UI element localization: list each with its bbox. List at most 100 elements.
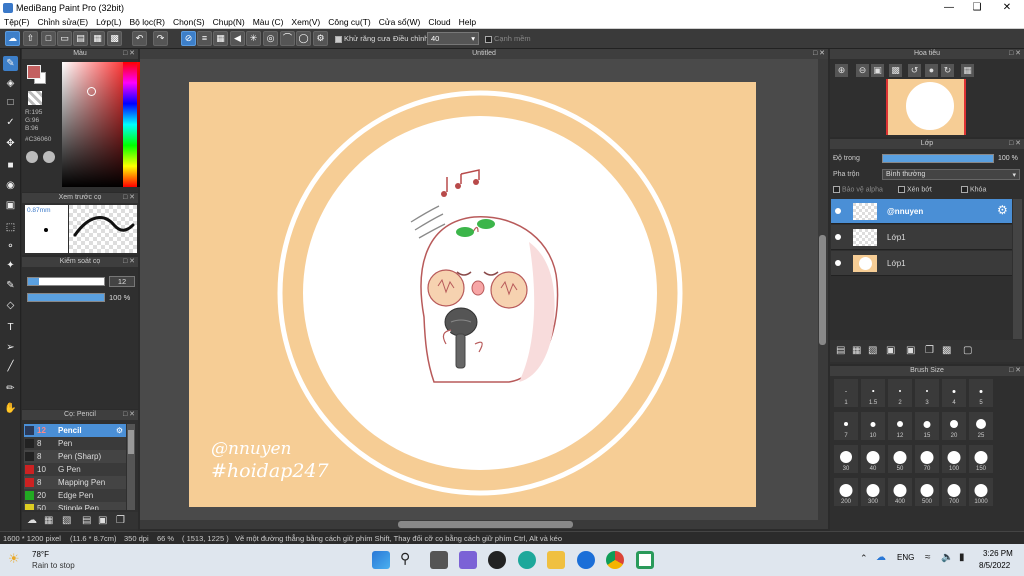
snap-vanish-icon[interactable]: ◀ <box>230 31 245 46</box>
layer-row-nnuyen[interactable]: @nnuyen ⚙ <box>831 199 1012 224</box>
panel-menu-icon[interactable]: □ ✕ <box>1009 366 1021 376</box>
brush-size-cell[interactable]: 10 <box>861 412 885 440</box>
eyedropper-icon[interactable]: ✏ <box>3 381 18 396</box>
zoom-out-icon[interactable]: ⊖ <box>856 64 869 77</box>
brush-item-stipple-pen[interactable]: 50 Stipple Pen <box>24 502 126 510</box>
brush-size-cell[interactable]: 40 <box>861 445 885 473</box>
menu-edit[interactable]: Chỉnh sửa(E) <box>34 16 93 29</box>
operation-tool-icon[interactable]: ➢ <box>3 340 18 355</box>
brush-item-pen-sharp[interactable]: 8 Pen (Sharp) <box>24 450 126 463</box>
lock-checkbox[interactable]: Khóa <box>961 186 986 193</box>
brush-size-cell[interactable]: 30 <box>834 445 858 473</box>
snap-ellipse-icon[interactable]: ◯ <box>296 31 311 46</box>
brush-tool-icon[interactable]: ✎ <box>3 56 18 71</box>
select-eraser-icon[interactable]: ◇ <box>3 298 18 313</box>
new-halftone-layer-icon[interactable]: ▦ <box>852 345 861 356</box>
duplicate-layer-icon[interactable]: ❐ <box>925 345 934 356</box>
brush-add-icon[interactable]: ▦ <box>44 515 53 526</box>
minimize-button[interactable]: — <box>934 1 964 15</box>
fit-icon[interactable]: ▣ <box>871 64 884 77</box>
snap-off-icon[interactable]: ⊘ <box>181 31 196 46</box>
weather-icon[interactable]: ☀ <box>8 551 20 567</box>
brush-item-mapping-pen[interactable]: 8 Mapping Pen <box>24 476 126 489</box>
brush-size-cell[interactable]: 50 <box>888 445 912 473</box>
panel-menu-icon[interactable]: □ ✕ <box>1009 139 1021 149</box>
dell-icon[interactable] <box>488 551 506 569</box>
menu-tools[interactable]: Công cụ(T) <box>324 16 375 29</box>
rotate-right-icon[interactable]: ↻ <box>941 64 954 77</box>
bucket-tool-icon[interactable]: ◉ <box>3 178 18 193</box>
palette-icon[interactable] <box>26 151 38 163</box>
brush-item-edge-pen[interactable]: 20 Edge Pen <box>24 489 126 502</box>
menu-cloud[interactable]: Cloud <box>424 16 454 29</box>
windows-start-icon[interactable] <box>372 551 390 569</box>
brush-size-cell[interactable]: 20 <box>942 412 966 440</box>
select-pen-icon[interactable]: ✎ <box>3 278 18 293</box>
eye-icon[interactable] <box>835 208 841 214</box>
text-tool-icon[interactable]: T <box>3 320 18 335</box>
clipping-checkbox[interactable]: Xén bớt <box>898 186 932 193</box>
new-layer-icon[interactable]: ▤ <box>836 345 845 356</box>
new-layer-menu-icon[interactable]: ▧ <box>868 345 877 356</box>
menu-color[interactable]: Màu (C) <box>249 16 288 29</box>
magic-wand-icon[interactable]: ✦ <box>3 258 18 273</box>
panel-menu-icon[interactable]: □ ✕ <box>1009 49 1021 59</box>
select-tool-icon[interactable]: ⬚ <box>3 220 18 235</box>
brush-item-pen[interactable]: 8 Pen <box>24 437 126 450</box>
brush-size-cell[interactable]: 15 <box>915 412 939 440</box>
fill-rect-tool-icon[interactable]: ■ <box>3 158 18 173</box>
menu-file[interactable]: Tệp(F) <box>0 16 34 29</box>
merge-layer-icon[interactable]: ▩ <box>942 345 951 356</box>
task-view-icon[interactable] <box>430 551 448 569</box>
move-tool-icon[interactable]: ✥ <box>3 136 18 151</box>
artboard[interactable]: @nnuyen #hoidap247 <box>189 82 756 507</box>
snap-settings-icon[interactable]: ⚙ <box>313 31 328 46</box>
menu-help[interactable]: Help <box>455 16 480 29</box>
brush-size-cell[interactable]: 12 <box>888 412 912 440</box>
hand-tool-icon[interactable]: ✋ <box>3 401 18 416</box>
rotate-left-icon[interactable]: ↺ <box>908 64 921 77</box>
snap-circle-icon[interactable]: ◎ <box>263 31 278 46</box>
brush-size-slider[interactable] <box>27 277 105 286</box>
maximize-button[interactable]: ❑ <box>962 1 992 15</box>
share-icon[interactable]: ⇧ <box>23 31 38 46</box>
zalo-icon[interactable] <box>577 551 595 569</box>
brush-opacity-slider[interactable] <box>27 293 105 302</box>
brush-size-cell[interactable]: 200 <box>834 478 858 506</box>
palette-settings-icon[interactable] <box>43 151 55 163</box>
brush-size-cell[interactable]: 1 <box>834 379 858 407</box>
brush-size-cell[interactable]: 2 <box>888 379 912 407</box>
trash-icon[interactable]: ▢ <box>963 345 972 356</box>
brush-size-cell[interactable]: 5 <box>969 379 993 407</box>
medibang-taskbar-icon[interactable] <box>636 551 654 569</box>
brush-size-cell[interactable]: 500 <box>915 478 939 506</box>
snap-curve-icon[interactable]: ⌒ <box>280 31 295 46</box>
layers-scrollbar[interactable] <box>1013 199 1022 339</box>
clock-date[interactable]: 8/5/2022 <box>979 561 1010 570</box>
protect-alpha-checkbox[interactable]: Bảo vệ alpha <box>833 186 883 193</box>
file-explorer-icon[interactable] <box>547 551 565 569</box>
transparent-color-swatch[interactable] <box>28 91 42 105</box>
menu-select[interactable]: Chọn(S) <box>169 16 209 29</box>
chrome-icon[interactable] <box>606 551 624 569</box>
close-button[interactable]: ✕ <box>992 1 1022 15</box>
brush-size-cell[interactable]: 1.5 <box>861 379 885 407</box>
actual-size-icon[interactable]: ▩ <box>889 64 902 77</box>
vertical-scrollbar[interactable] <box>818 59 828 520</box>
brush-size-cell[interactable]: 100 <box>942 445 966 473</box>
clock-time[interactable]: 3:26 PM <box>983 549 1013 558</box>
menu-layer[interactable]: Lớp(L) <box>92 16 125 29</box>
color-picker-cursor[interactable] <box>87 87 96 96</box>
gradient-tool-icon[interactable]: ▣ <box>3 198 18 213</box>
brush-size-cell[interactable]: 70 <box>915 445 939 473</box>
brush-item-g-pen[interactable]: 10 G Pen <box>24 463 126 476</box>
blend-mode-select[interactable]: Bình thường ▾ <box>882 169 1020 180</box>
folder-icon[interactable]: ▣ <box>98 515 107 526</box>
teams-icon[interactable] <box>459 551 477 569</box>
cloud-icon[interactable]: ☁ <box>5 31 20 46</box>
onedrive-icon[interactable]: ☁ <box>876 552 886 563</box>
panel-icon[interactable]: ▦ <box>90 31 105 46</box>
brush-size-cell[interactable]: 150 <box>969 445 993 473</box>
brush-size-value[interactable]: 12 <box>109 276 135 287</box>
panel-menu-icon[interactable]: □ ✕ <box>123 193 135 203</box>
